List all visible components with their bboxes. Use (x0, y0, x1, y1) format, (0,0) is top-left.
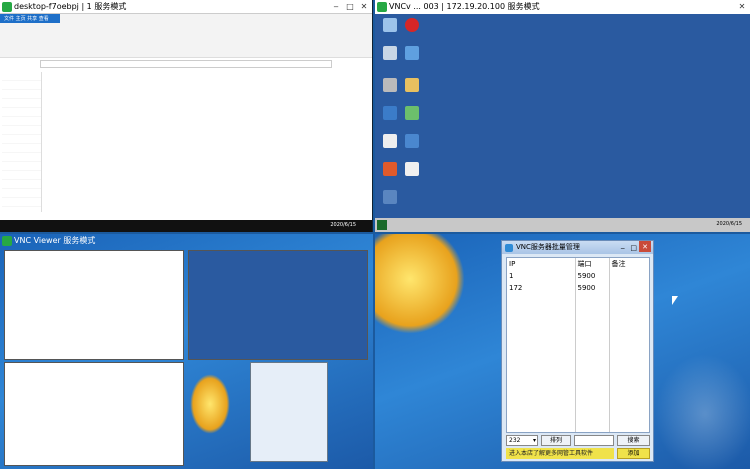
minimize-button[interactable]: ‒ (330, 1, 342, 13)
taskbar: 2020/6/15 (375, 218, 750, 232)
window-title: VNC服务器批量管理 (516, 243, 580, 251)
navigation-pane (2, 72, 42, 212)
column-divider (575, 270, 576, 432)
wallpaper-glow (655, 354, 750, 469)
remote-icon[interactable] (383, 190, 397, 204)
settings-icon[interactable] (405, 162, 419, 176)
app-icon (505, 244, 513, 252)
vnc-icon (2, 2, 12, 12)
ip-select-value: 232 (509, 437, 521, 444)
pc-icon[interactable] (405, 134, 419, 148)
row-port: 5900 (575, 270, 610, 282)
ribbon: 文件 主页 共享 查看 (0, 14, 372, 58)
display-icon[interactable] (405, 46, 419, 60)
mouse-cursor-icon (672, 296, 678, 305)
start-button[interactable] (377, 220, 387, 230)
nested-window-desktop[interactable] (188, 250, 368, 360)
windows-icon[interactable] (383, 162, 397, 176)
chevron-down-icon: ▾ (532, 437, 536, 444)
row-note (609, 282, 649, 294)
folder-icon[interactable] (405, 78, 419, 92)
search-input[interactable] (574, 435, 614, 446)
col-port: 端口 (575, 258, 610, 270)
window-title: VNCv ... 003 | 172.19.20.100 (389, 2, 506, 11)
computer-icon[interactable] (383, 18, 397, 32)
wallpaper-flare (190, 374, 230, 434)
table-row[interactable]: 1 5900 (507, 270, 649, 282)
address-bar[interactable] (40, 60, 332, 68)
user-icon[interactable] (383, 106, 397, 120)
nested-window-explorer[interactable] (4, 250, 184, 360)
vnc-manager-window[interactable]: VNC服务器批量管理 ‒ □ ✕ IP 端口 备注 1 5900 172 590… (501, 240, 654, 462)
app-icon[interactable] (405, 18, 419, 32)
maximize-button[interactable]: □ (344, 1, 356, 13)
close-button[interactable]: ✕ (639, 241, 651, 252)
minimize-button[interactable]: ‒ (621, 242, 625, 255)
add-button[interactable]: 添加 (617, 448, 650, 459)
title-bar: VNC Viewer 服务模式 (0, 234, 373, 248)
close-button[interactable]: ✕ (736, 1, 748, 13)
remote-pane-top-left[interactable]: desktop-f7oebpj | 1 服务模式 ‒ □ ✕ 文件 主页 共享 … (0, 0, 373, 232)
vnc-icon (2, 236, 12, 246)
mode-label: 服务模式 (507, 2, 540, 11)
taskbar-time: 2020/6/15 (716, 221, 742, 227)
row-ip: 1 (507, 270, 576, 282)
column-divider (609, 270, 610, 432)
doc-icon[interactable] (383, 134, 397, 148)
nested-vnc-window[interactable] (250, 362, 328, 462)
nested-window-list[interactable] (4, 362, 184, 466)
title-bar: VNCv ... 003 | 172.19.20.100 服务模式 ✕ (375, 0, 750, 14)
ip-select[interactable]: 232 ▾ (506, 435, 538, 446)
wallpaper-flare (375, 234, 465, 334)
table-header: IP 端口 备注 (507, 258, 649, 270)
col-ip: IP (507, 258, 576, 270)
taskbar-time: 2020/6/15 (330, 222, 356, 228)
table-row[interactable]: 172 5900 (507, 282, 649, 294)
row-note (609, 270, 649, 282)
recycle-icon[interactable] (405, 106, 419, 120)
taskbar: 2020/6/15 (0, 220, 372, 232)
window-title: VNC Viewer (14, 236, 61, 245)
search-button[interactable]: 搜索 (617, 435, 650, 446)
remote-pane-top-right[interactable]: VNCv ... 003 | 172.19.20.100 服务模式 ✕ 2020… (375, 0, 750, 232)
remote-pane-bottom-left[interactable]: VNC Viewer 服务模式 (0, 234, 373, 469)
vnc-icon (377, 2, 387, 12)
mode-label: 服务模式 (63, 236, 96, 245)
close-button[interactable]: ✕ (358, 1, 370, 13)
server-list[interactable]: IP 端口 备注 1 5900 172 5900 (506, 257, 650, 433)
title-bar: VNC服务器批量管理 ‒ □ ✕ (502, 241, 653, 254)
sort-button[interactable]: 排列 (541, 435, 571, 446)
row-port: 5900 (575, 282, 610, 294)
mode-label: 服务模式 (94, 2, 127, 11)
promo-link[interactable]: 进入本店了解更多网管工具软件 (506, 448, 614, 459)
network-icon[interactable] (383, 46, 397, 60)
drive-icon[interactable] (383, 78, 397, 92)
ribbon-tabs[interactable]: 文件 主页 共享 查看 (0, 14, 60, 23)
maximize-button[interactable]: □ (630, 242, 637, 255)
title-bar: desktop-f7oebpj | 1 服务模式 ‒ □ ✕ (0, 0, 372, 14)
row-ip: 172 (507, 282, 576, 294)
col-note: 备注 (611, 260, 626, 268)
window-title: desktop-f7oebpj | 1 (14, 2, 92, 11)
